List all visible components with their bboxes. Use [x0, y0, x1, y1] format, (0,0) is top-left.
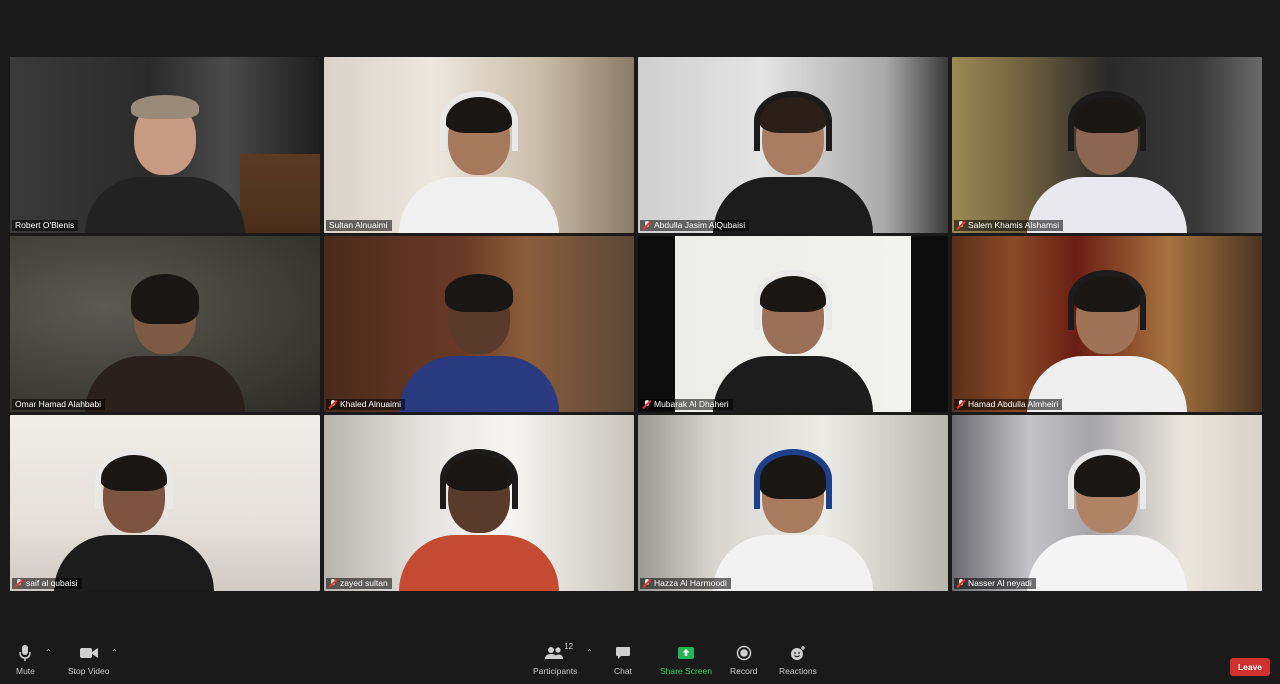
participant-nameplate: Mubarak Al Dhaheri: [640, 399, 733, 410]
participant-name: Robert O'Blenis: [15, 220, 75, 230]
participant-nameplate: zayed sultan: [326, 578, 392, 589]
participant-video: [80, 91, 250, 233]
mute-button[interactable]: Mute: [16, 644, 35, 676]
video-tile-abdulla[interactable]: Abdulla Jasim AlQubaisi: [638, 57, 948, 233]
leave-button[interactable]: Leave: [1230, 658, 1270, 676]
video-tile-mubarak[interactable]: Mubarak Al Dhaheri: [638, 236, 948, 412]
participant-nameplate: Robert O'Blenis: [12, 220, 79, 231]
mic-muted-icon: [329, 579, 337, 588]
video-tile-salem[interactable]: Salem Khamis Alshamsi: [952, 57, 1262, 233]
mic-muted-icon: [957, 579, 965, 588]
stop-video-button[interactable]: Stop Video: [68, 644, 109, 676]
participant-name: Nasser Al neyadi: [968, 578, 1032, 588]
participant-video: [1022, 270, 1192, 412]
microphone-icon: [18, 644, 32, 662]
mic-muted-icon: [643, 400, 651, 409]
participant-name: Hazza Al Harmoodi: [654, 578, 727, 588]
participant-video: [394, 270, 564, 412]
participant-video: [394, 449, 564, 591]
participants-button[interactable]: 12 Participants: [533, 642, 578, 676]
video-tile-zayed[interactable]: zayed sultan: [324, 415, 634, 591]
mic-muted-icon: [643, 221, 651, 230]
participants-label: Participants: [533, 666, 578, 676]
chat-bubble-icon: [615, 644, 631, 662]
meeting-toolbar: Mute ⌃ Stop Video ⌃ 12 Participants ⌃ Ch…: [0, 636, 1280, 684]
participant-name: saif al qubaisi: [26, 578, 78, 588]
people-icon: 12: [545, 642, 573, 662]
participant-video: [394, 91, 564, 233]
participant-name: Mubarak Al Dhaheri: [654, 399, 729, 409]
participants-options-chevron-icon[interactable]: ⌃: [586, 648, 593, 657]
participant-name: Abdulla Jasim AlQubaisi: [654, 220, 746, 230]
record-button[interactable]: Record: [730, 644, 757, 676]
mic-muted-icon: [643, 579, 651, 588]
participant-video: [1022, 449, 1192, 591]
participant-nameplate: Hamad Abdulla Almheiri: [954, 399, 1063, 410]
participant-video: [1022, 91, 1192, 233]
participant-name: Khaled Alnuaimi: [340, 399, 401, 409]
participant-video: [708, 270, 878, 412]
mic-muted-icon: [957, 221, 965, 230]
reactions-label: Reactions: [779, 666, 817, 676]
video-options-chevron-icon[interactable]: ⌃: [111, 648, 118, 657]
participant-nameplate: saif al qubaisi: [12, 578, 82, 589]
participant-video: [708, 91, 878, 233]
video-tile-omar[interactable]: Omar Hamad Alahbabi: [10, 236, 320, 412]
emoji-icon: [789, 644, 807, 662]
video-camera-icon: [79, 644, 99, 662]
video-tile-hazza[interactable]: Hazza Al Harmoodi: [638, 415, 948, 591]
participant-name: Sultan Alnuaimi: [329, 220, 388, 230]
video-tile-robert[interactable]: Robert O'Blenis: [10, 57, 320, 233]
mute-label: Mute: [16, 666, 35, 676]
video-tile-hamad[interactable]: Hamad Abdulla Almheiri: [952, 236, 1262, 412]
record-label: Record: [730, 666, 758, 676]
mic-muted-icon: [957, 400, 965, 409]
video-grid: Robert O'Blenis Sultan Alnuaimi Abdulla …: [10, 57, 1267, 592]
mute-options-chevron-icon[interactable]: ⌃: [45, 648, 52, 657]
video-tile-khaled[interactable]: Khaled Alnuaimi: [324, 236, 634, 412]
video-tile-saif[interactable]: saif al qubaisi: [10, 415, 320, 591]
mic-muted-icon: [15, 579, 23, 588]
share-screen-label: Share Screen: [660, 666, 712, 676]
participant-nameplate: Salem Khamis Alshamsi: [954, 220, 1064, 231]
participant-nameplate: Nasser Al neyadi: [954, 578, 1036, 589]
participant-video: [49, 449, 219, 591]
participant-name: Hamad Abdulla Almheiri: [968, 399, 1059, 409]
chat-label: Chat: [614, 666, 632, 676]
participant-nameplate: Abdulla Jasim AlQubaisi: [640, 220, 750, 231]
share-screen-icon: [677, 644, 695, 662]
share-screen-button[interactable]: Share Screen: [660, 644, 712, 676]
participants-count: 12: [564, 642, 574, 651]
participant-video: [80, 270, 250, 412]
participant-video: [708, 449, 878, 591]
participant-name: Salem Khamis Alshamsi: [968, 220, 1060, 230]
furniture: [240, 57, 320, 233]
participant-nameplate: Sultan Alnuaimi: [326, 220, 392, 231]
participant-nameplate: Khaled Alnuaimi: [326, 399, 405, 410]
video-tile-sultan[interactable]: Sultan Alnuaimi: [324, 57, 634, 233]
participant-name: Omar Hamad Alahbabi: [15, 399, 101, 409]
participant-nameplate: Omar Hamad Alahbabi: [12, 399, 105, 410]
video-tile-nasser[interactable]: Nasser Al neyadi: [952, 415, 1262, 591]
record-icon: [736, 644, 752, 662]
chat-button[interactable]: Chat: [614, 644, 632, 676]
reactions-button[interactable]: Reactions: [779, 644, 817, 676]
stop-video-label: Stop Video: [68, 666, 110, 676]
participant-nameplate: Hazza Al Harmoodi: [640, 578, 731, 589]
participant-name: zayed sultan: [340, 578, 388, 588]
mic-muted-icon: [329, 400, 337, 409]
